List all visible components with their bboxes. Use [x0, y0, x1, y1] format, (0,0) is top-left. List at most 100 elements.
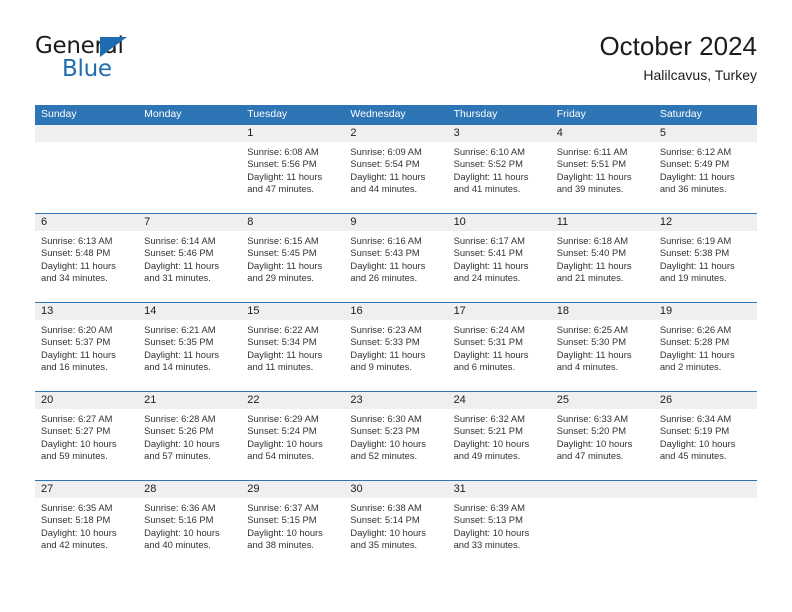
sunrise-text: Sunrise: 6:29 AM — [247, 413, 319, 424]
sunset-text: Sunset: 5:54 PM — [350, 158, 420, 170]
sunrise-text: Sunrise: 6:26 AM — [659, 324, 732, 335]
sunset-text: Sunset: 5:14 PM — [350, 514, 420, 526]
calendar-day-cell[interactable]: 16 Sunrise: 6:23 AM Sunset: 5:33 PM Dayligh… — [344, 303, 448, 391]
day-number: 20 — [41, 394, 54, 406]
calendar-day-cell[interactable]: 22 Sunrise: 6:29 AM Sunset: 5:24 PM Dayligh… — [241, 392, 345, 480]
sunrise-text: Sunrise: 6:20 AM — [41, 324, 113, 335]
day-number: 8 — [247, 216, 254, 228]
daylight-text: Daylight: 11 hours and 39 minutes. — [556, 170, 632, 194]
daylight-text: Daylight: 11 hours and 31 minutes. — [144, 259, 220, 283]
calendar-day-cell[interactable]: 8 Sunrise: 6:15 AM Sunset: 5:45 PM Daylight… — [241, 214, 345, 302]
sunset-text: Sunset: 5:26 PM — [144, 425, 214, 437]
day-number-band: 23 — [344, 392, 448, 409]
sunset-text: Sunset: 5:34 PM — [247, 336, 317, 348]
calendar-day-cell[interactable]: 21 Sunrise: 6:28 AM Sunset: 5:26 PM Dayligh… — [138, 392, 242, 480]
calendar-day-cell[interactable]: 3 Sunrise: 6:10 AM Sunset: 5:52 PM Daylight… — [447, 125, 551, 213]
calendar-day-cell[interactable]: 23 Sunrise: 6:30 AM Sunset: 5:23 PM Dayligh… — [344, 392, 448, 480]
calendar-day-cell[interactable]: 5 Sunrise: 6:12 AM Sunset: 5:49 PM Daylight… — [653, 125, 757, 213]
sunset-text: Sunset: 5:35 PM — [144, 336, 214, 348]
sunrise-text: Sunrise: 6:08 AM — [247, 146, 319, 157]
calendar-day-cell[interactable]: 20 Sunrise: 6:27 AM Sunset: 5:27 PM Dayligh… — [35, 392, 139, 480]
calendar-day-cell[interactable]: 29 Sunrise: 6:37 AM Sunset: 5:15 PM Dayligh… — [241, 481, 345, 569]
sunset-text: Sunset: 5:13 PM — [453, 514, 523, 526]
calendar-day-cell-empty — [35, 125, 139, 213]
day-number-band: 17 — [447, 303, 551, 320]
sunrise-text: Sunrise: 6:10 AM — [453, 146, 525, 157]
calendar-day-cell[interactable]: 18 Sunrise: 6:25 AM Sunset: 5:30 PM Dayligh… — [550, 303, 654, 391]
day-number: 2 — [350, 127, 357, 139]
day-sun-info: Sunrise: 6:08 AM Sunset: 5:56 PM Daylight:… — [241, 142, 344, 195]
day-number: 27 — [41, 483, 54, 495]
calendar-day-cell[interactable]: 24 Sunrise: 6:32 AM Sunset: 5:21 PM Dayligh… — [447, 392, 551, 480]
daylight-text: Daylight: 10 hours and 49 minutes. — [453, 437, 530, 461]
sunset-text: Sunset: 5:20 PM — [556, 425, 627, 437]
calendar-day-cell[interactable]: 6 Sunrise: 6:13 AM Sunset: 5:48 PM Daylight… — [35, 214, 139, 302]
calendar-day-cell[interactable]: 30 Sunrise: 6:38 AM Sunset: 5:14 PM Dayligh… — [344, 481, 448, 569]
calendar-day-cell[interactable]: 14 Sunrise: 6:21 AM Sunset: 5:35 PM Dayligh… — [138, 303, 242, 391]
sunrise-text: Sunrise: 6:16 AM — [350, 235, 422, 246]
sunrise-text: Sunrise: 6:19 AM — [659, 235, 732, 246]
calendar-day-cell[interactable]: 2 Sunrise: 6:09 AM Sunset: 5:54 PM Daylight… — [344, 125, 448, 213]
calendar-day-cell[interactable]: 25 Sunrise: 6:33 AM Sunset: 5:20 PM Dayligh… — [550, 392, 654, 480]
day-number: 19 — [659, 305, 673, 317]
daylight-text: Daylight: 10 hours and 47 minutes. — [556, 437, 633, 461]
weekday-header-monday: Monday — [144, 108, 182, 120]
sunset-text: Sunset: 5:23 PM — [350, 425, 420, 437]
calendar-day-cell[interactable]: 15 Sunrise: 6:22 AM Sunset: 5:34 PM Dayligh… — [241, 303, 345, 391]
calendar-day-cell[interactable]: 31 Sunrise: 6:39 AM Sunset: 5:13 PM Dayligh… — [447, 481, 551, 569]
calendar-day-cell[interactable]: 7 Sunrise: 6:14 AM Sunset: 5:46 PM Daylight… — [138, 214, 242, 302]
day-number-band: 9 — [344, 214, 448, 231]
daylight-text: Daylight: 11 hours and 11 minutes. — [247, 348, 323, 372]
daylight-text: Daylight: 10 hours and 59 minutes. — [41, 437, 117, 461]
sunrise-text: Sunrise: 6:18 AM — [556, 235, 629, 246]
calendar-day-cell[interactable]: 11 Sunrise: 6:18 AM Sunset: 5:40 PM Dayligh… — [550, 214, 654, 302]
day-number: 1 — [247, 127, 254, 139]
day-number: 7 — [144, 216, 151, 228]
calendar-day-cell[interactable]: 28 Sunrise: 6:36 AM Sunset: 5:16 PM Dayligh… — [138, 481, 242, 569]
day-number-band: 24 — [447, 392, 551, 409]
day-sun-info: Sunrise: 6:29 AM Sunset: 5:24 PM Daylight:… — [241, 409, 344, 462]
daylight-text: Daylight: 11 hours and 19 minutes. — [659, 259, 735, 283]
calendar-day-cell[interactable]: 4 Sunrise: 6:11 AM Sunset: 5:51 PM Daylight… — [550, 125, 654, 213]
day-number-band — [35, 125, 139, 142]
day-number: 31 — [453, 483, 466, 495]
day-number-band: 30 — [344, 481, 448, 498]
calendar-day-cell[interactable]: 10 Sunrise: 6:17 AM Sunset: 5:41 PM Dayligh… — [447, 214, 551, 302]
day-number: 3 — [453, 127, 460, 139]
logo-word-blue: Blue — [62, 56, 112, 82]
sunrise-text: Sunrise: 6:33 AM — [556, 413, 629, 424]
daylight-text: Daylight: 11 hours and 44 minutes. — [350, 170, 426, 194]
sunrise-text: Sunrise: 6:27 AM — [41, 413, 113, 424]
day-number-band: 16 — [344, 303, 448, 320]
sunrise-text: Sunrise: 6:17 AM — [453, 235, 525, 246]
day-number: 21 — [144, 394, 157, 406]
calendar-day-cell[interactable]: 17 Sunrise: 6:24 AM Sunset: 5:31 PM Dayligh… — [447, 303, 551, 391]
day-number: 6 — [41, 216, 48, 228]
daylight-text: Daylight: 11 hours and 26 minutes. — [350, 259, 426, 283]
calendar-day-cell[interactable]: 26 Sunrise: 6:34 AM Sunset: 5:19 PM Dayligh… — [653, 392, 757, 480]
calendar-day-cell[interactable]: 12 Sunrise: 6:19 AM Sunset: 5:38 PM Dayligh… — [653, 214, 757, 302]
sunset-text: Sunset: 5:15 PM — [247, 514, 317, 526]
day-sun-info: Sunrise: 6:18 AM Sunset: 5:40 PM Daylight:… — [551, 231, 654, 284]
day-sun-info: Sunrise: 6:24 AM Sunset: 5:31 PM Daylight:… — [448, 320, 551, 373]
sunset-text: Sunset: 5:19 PM — [659, 425, 730, 437]
daylight-text: Daylight: 11 hours and 9 minutes. — [350, 348, 426, 372]
day-number-band: 12 — [653, 214, 757, 231]
calendar-day-cell[interactable]: 27 Sunrise: 6:35 AM Sunset: 5:18 PM Dayligh… — [35, 481, 139, 569]
sunset-text: Sunset: 5:24 PM — [247, 425, 317, 437]
calendar-day-cell[interactable]: 19 Sunrise: 6:26 AM Sunset: 5:28 PM Dayligh… — [653, 303, 757, 391]
calendar-day-cell[interactable]: 9 Sunrise: 6:16 AM Sunset: 5:43 PM Daylight… — [344, 214, 448, 302]
calendar-page: General Blue October 2024 Halilcavus, Tu… — [0, 0, 792, 612]
day-sun-info: Sunrise: 6:11 AM Sunset: 5:51 PM Daylight:… — [551, 142, 654, 195]
sunrise-text: Sunrise: 6:09 AM — [350, 146, 422, 157]
sunrise-text: Sunrise: 6:12 AM — [659, 146, 732, 157]
day-number-band: 22 — [241, 392, 345, 409]
calendar-day-cell[interactable]: 1 Sunrise: 6:08 AM Sunset: 5:56 PM Daylight… — [241, 125, 345, 213]
day-number: 13 — [41, 305, 54, 317]
calendar-day-cell[interactable]: 13 Sunrise: 6:20 AM Sunset: 5:37 PM Dayligh… — [35, 303, 139, 391]
day-number: 12 — [659, 216, 673, 228]
calendar-day-cell-empty — [138, 125, 242, 213]
day-number: 16 — [350, 305, 363, 317]
calendar-week-row: 6 Sunrise: 6:13 AM Sunset: 5:48 PM Daylight… — [35, 213, 757, 302]
sunrise-text: Sunrise: 6:15 AM — [247, 235, 319, 246]
